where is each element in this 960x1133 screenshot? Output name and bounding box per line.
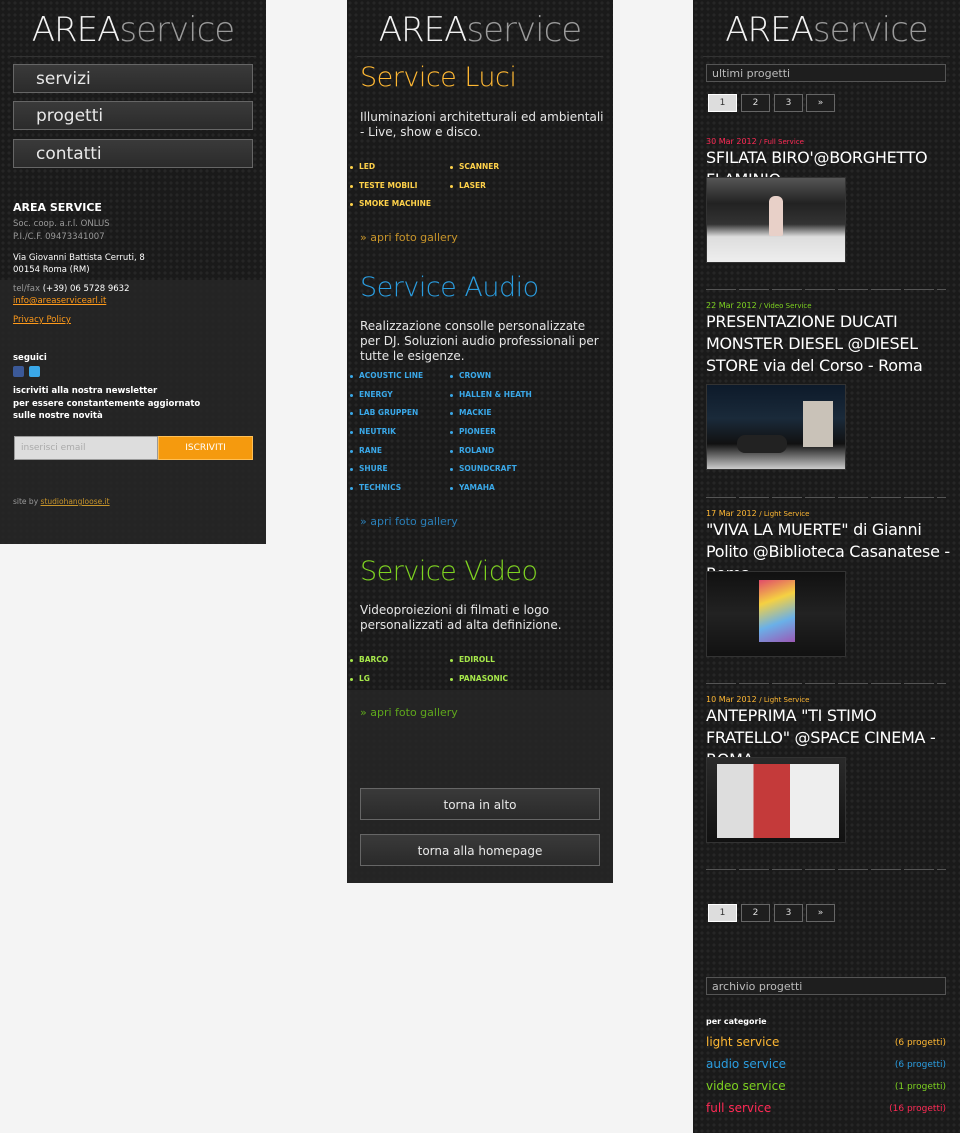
brand-item: CROWN (450, 371, 491, 380)
credit-link[interactable]: studiohangloose.it (41, 497, 110, 506)
brand-item: NEUTRIK (350, 427, 396, 436)
company-email: info@areaservicearl.it (13, 295, 106, 308)
divider (706, 869, 946, 870)
archive-label: archivio progetti (706, 977, 946, 995)
divider (706, 683, 946, 684)
brand-item: MACKIE (450, 408, 492, 417)
brand-item: LASER (450, 181, 486, 190)
category-audio[interactable]: audio service (6 progetti) (706, 1057, 946, 1071)
latest-projects-label: ultimi progetti (706, 64, 946, 82)
brand-item: PANASONIC (450, 674, 508, 683)
company-vat: P.I./C.F. 09473341007 (13, 232, 105, 242)
back-to-top-button[interactable]: torna in alto (360, 788, 600, 820)
divider (357, 56, 603, 57)
service-luci-title: Service Luci (360, 62, 517, 93)
company-address-2: 00154 Roma (RM) (13, 265, 90, 275)
project-image[interactable] (706, 384, 846, 470)
page-next-button[interactable]: » (806, 94, 835, 112)
brand-item: LAB GRUPPEN (350, 408, 418, 417)
service-luci-desc: Illuminazioni architetturali ed ambienta… (360, 110, 604, 139)
category-light[interactable]: light service (6 progetti) (706, 1035, 946, 1049)
newsletter-text-3: sulle nostre novità (13, 411, 103, 421)
company-type: Soc. coop. a.r.l. ONLUS (13, 219, 110, 229)
logo[interactable]: AREAservice (347, 10, 613, 50)
left-panel: AREAservice servizi progetti contatti AR… (0, 0, 266, 544)
email-input[interactable]: inserisci email (14, 436, 158, 460)
service-audio-title: Service Audio (360, 272, 539, 303)
brand-item: ROLAND (450, 446, 494, 455)
project-image[interactable] (706, 571, 846, 657)
credit: site by studiohangloose.it (13, 497, 110, 506)
middle-panel: AREAservice Service Luci Illuminazioni a… (347, 0, 613, 883)
right-panel: AREAservice ultimi progetti 1 2 3 » 30 M… (693, 0, 960, 1133)
nav-progetti-button[interactable]: progetti (13, 101, 253, 130)
brand-item: RANE (350, 446, 382, 455)
social-label: seguici (13, 353, 47, 363)
category-video[interactable]: video service (1 progetti) (706, 1079, 946, 1093)
privacy: Privacy Policy (13, 314, 71, 327)
service-audio-desc: Realizzazione consolle personalizzate pe… (360, 319, 599, 363)
twitter-icon[interactable] (29, 366, 40, 377)
brand-item: HALLEN & HEATH (450, 390, 532, 399)
brand-item: SHURE (350, 464, 388, 473)
brand-item: ACOUSTIC LINE (350, 371, 423, 380)
project-date: 30 Mar 2012 / Full Service (706, 137, 804, 146)
divider (703, 56, 950, 57)
logo[interactable]: AREAservice (0, 10, 266, 50)
page-2-button[interactable]: 2 (741, 904, 770, 922)
back-to-home-button[interactable]: torna alla homepage (360, 834, 600, 866)
service-video-desc: Videoproiezioni di filmati e logo person… (360, 603, 562, 632)
brand-item: PIONEER (450, 427, 496, 436)
privacy-policy-link[interactable]: Privacy Policy (13, 315, 71, 325)
page-3-button[interactable]: 3 (774, 904, 803, 922)
page-3-button[interactable]: 3 (774, 94, 803, 112)
email-link[interactable]: info@areaservicearl.it (13, 296, 106, 306)
page-1-button[interactable]: 1 (708, 904, 737, 922)
brand-item: SOUNDCRAFT (450, 464, 517, 473)
luci-gallery-link[interactable]: » apri foto gallery (360, 231, 458, 244)
facebook-icon[interactable] (13, 366, 24, 377)
nav-contatti-button[interactable]: contatti (13, 139, 253, 168)
project-title[interactable]: PRESENTAZIONE DUCATI MONSTER DIESEL @DIE… (706, 311, 951, 377)
brand-item: TECHNICS (350, 483, 401, 492)
divider (706, 289, 946, 290)
brand-item: SCANNER (450, 162, 499, 171)
project-image[interactable] (706, 177, 846, 263)
brand-item: ENERGY (350, 390, 393, 399)
newsletter-text-1: iscriviti alla nostra newsletter (13, 386, 158, 396)
brand-item: LG (350, 674, 370, 683)
brand-item: SMOKE MACHINE (350, 199, 431, 208)
categories-label: per categorie (706, 1017, 767, 1026)
company-name: AREA SERVICE (13, 201, 102, 214)
brand-item: TESTE MOBILI (350, 181, 417, 190)
category-full[interactable]: full service (16 progetti) (706, 1101, 946, 1115)
divider (10, 56, 256, 57)
page-next-button[interactable]: » (806, 904, 835, 922)
page-2-button[interactable]: 2 (741, 94, 770, 112)
subscribe-button[interactable]: ISCRIVITI (158, 436, 253, 460)
service-video-title: Service Video (360, 556, 538, 587)
nav-servizi-button[interactable]: servizi (13, 64, 253, 93)
project-date: 22 Mar 2012 / Video Service (706, 301, 812, 310)
page-1-button[interactable]: 1 (708, 94, 737, 112)
brand-item: BARCO (350, 655, 388, 664)
audio-gallery-link[interactable]: » apri foto gallery (360, 515, 458, 528)
project-image[interactable] (706, 757, 846, 843)
brand-item: LED (350, 162, 375, 171)
project-date: 10 Mar 2012 / Light Service (706, 695, 810, 704)
video-gallery-link[interactable]: » apri foto gallery (360, 706, 458, 719)
logo[interactable]: AREAservice (693, 10, 960, 50)
brand-item: EDIROLL (450, 655, 495, 664)
brand-item: YAMAHA (450, 483, 495, 492)
divider (706, 497, 946, 498)
project-date: 17 Mar 2012 / Light Service (706, 509, 810, 518)
